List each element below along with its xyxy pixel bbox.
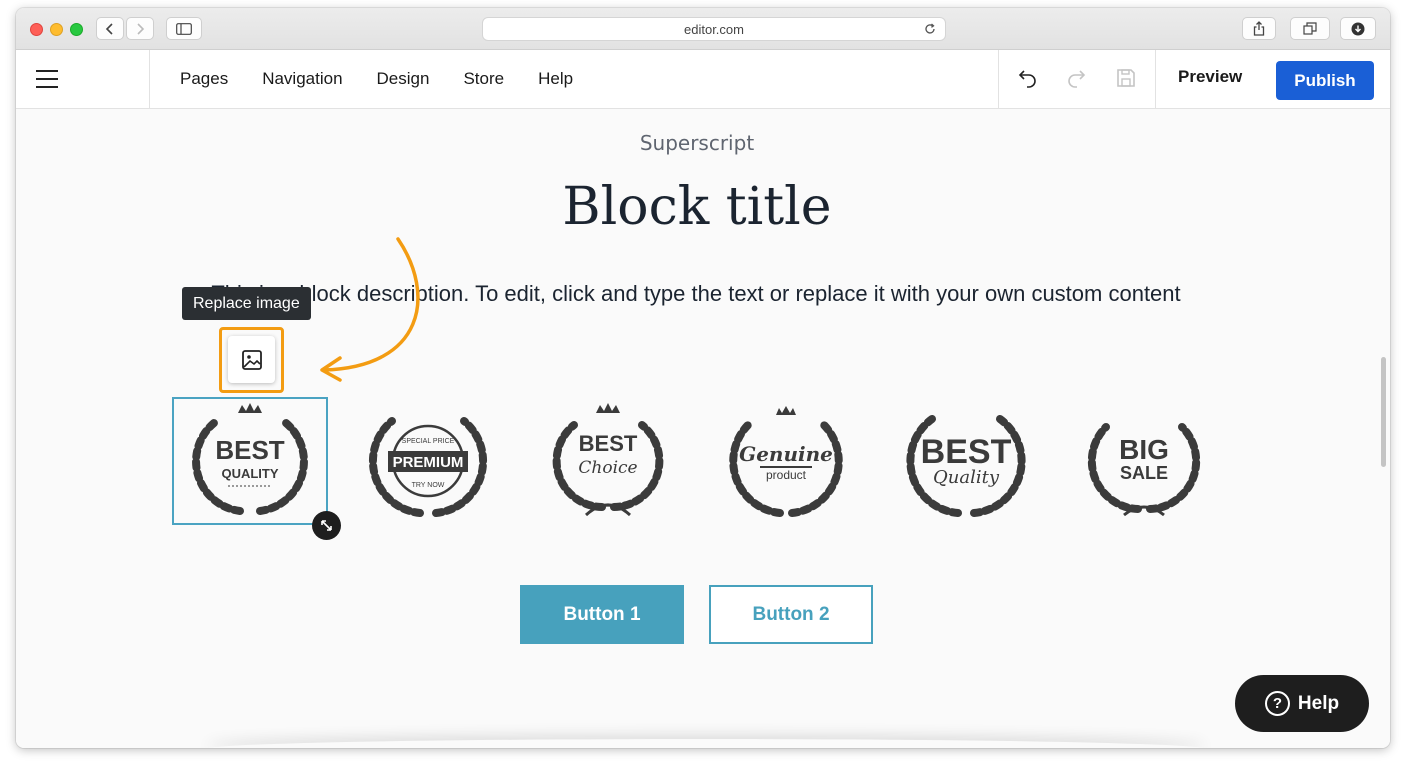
help-button[interactable]: ? Help [1235, 675, 1369, 732]
laurel-badge-icon: BIG SALE [1087, 423, 1201, 517]
hamburger-icon [36, 86, 58, 88]
menu-item-store[interactable]: Store [463, 69, 504, 89]
tabs-icon [1303, 22, 1317, 35]
question-mark-icon: ? [1264, 691, 1290, 716]
scrollbar-thumb[interactable] [1381, 357, 1386, 467]
minimize-window-button[interactable] [50, 23, 63, 36]
menu-item-pages[interactable]: Pages [180, 69, 228, 89]
badge-line2: Quality [933, 467, 1000, 488]
badge-line1: Genuine [739, 442, 833, 466]
preview-button[interactable]: Preview [1178, 67, 1242, 87]
badge-line1: BEST [921, 433, 1012, 471]
share-button[interactable] [1242, 17, 1276, 40]
badge-line2: Choice [578, 458, 637, 478]
badge-image-best-choice[interactable]: BEST Choice [530, 397, 686, 525]
editor-toolbar: Pages Navigation Design Store Help Previ… [16, 50, 1390, 109]
badge-gallery: BEST QUALITY PREMIUM SPECIAL PRICE TRY N [170, 397, 1230, 527]
laurel-badge-icon: BEST Quality [906, 415, 1026, 517]
chevron-right-icon [137, 22, 145, 35]
history-actions [998, 50, 1156, 108]
forward-button[interactable] [126, 17, 154, 40]
replace-image-highlight [219, 327, 284, 393]
zoom-window-button[interactable] [70, 23, 83, 36]
replace-image-tooltip: Replace image [182, 287, 311, 320]
badge-image-premium[interactable]: PREMIUM SPECIAL PRICE TRY NOW [350, 397, 506, 525]
laurel-badge-icon: PREMIUM SPECIAL PRICE TRY NOW [368, 417, 488, 517]
tabs-overview-button[interactable] [1290, 17, 1330, 40]
badge-line2: QUALITY [221, 466, 278, 481]
hamburger-icon [36, 70, 58, 72]
sidebar-icon [176, 22, 192, 35]
url-text: editor.com [684, 21, 744, 37]
menu-item-help[interactable]: Help [538, 69, 573, 89]
share-icon [1253, 21, 1265, 36]
address-bar[interactable]: editor.com [482, 17, 946, 41]
browser-titlebar: editor.com [16, 8, 1390, 50]
badge-line2: SALE [1120, 463, 1168, 483]
reload-icon[interactable] [923, 22, 937, 36]
badge-line1: PREMIUM [393, 454, 464, 471]
badge-image-best-quality-script[interactable]: BEST Quality [888, 397, 1044, 525]
download-icon [1351, 22, 1365, 35]
downloads-button[interactable] [1340, 17, 1376, 40]
badge-image-big-sale[interactable]: BIG SALE [1066, 397, 1222, 525]
image-icon [241, 349, 262, 370]
chevron-left-icon [105, 22, 113, 35]
badge-line2: SPECIAL PRICE [402, 438, 455, 445]
badge-line2: product [766, 468, 807, 482]
badge-image-genuine-product[interactable]: Genuine product [708, 397, 864, 525]
browser-window: editor.com Pages Navigation Design Store… [16, 8, 1390, 748]
menu-item-navigation[interactable]: Navigation [262, 69, 342, 89]
section-divider-shadow [206, 739, 1206, 748]
laurel-badge-icon: BEST Choice [552, 403, 664, 517]
menu-item-design[interactable]: Design [377, 69, 430, 89]
hamburger-menu-button[interactable] [16, 50, 150, 108]
undo-icon[interactable] [1017, 67, 1039, 89]
laurel-badge-icon: BEST QUALITY [192, 403, 308, 515]
replace-image-button[interactable] [228, 336, 275, 383]
button-1[interactable]: Button 1 [520, 585, 684, 644]
button-2[interactable]: Button 2 [709, 585, 873, 644]
save-icon[interactable] [1115, 67, 1137, 89]
badge-line1: BIG [1119, 434, 1169, 465]
annotation-arrow-icon [320, 237, 420, 382]
close-window-button[interactable] [30, 23, 43, 36]
block-superscript[interactable]: Superscript [16, 131, 1378, 155]
laurel-badge-icon: Genuine product [729, 406, 843, 517]
block-title[interactable]: Block title [16, 177, 1378, 237]
badge-line1: BEST [579, 431, 638, 456]
badge-line3: TRY NOW [412, 482, 445, 489]
editor-menu: Pages Navigation Design Store Help [180, 50, 607, 108]
help-label: Help [1297, 692, 1340, 714]
publish-button[interactable]: Publish [1276, 61, 1374, 100]
hamburger-icon [36, 78, 58, 80]
sidebar-toggle-button[interactable] [166, 17, 202, 40]
resize-handle[interactable] [312, 511, 341, 540]
badge-image-best-quality[interactable]: BEST QUALITY [172, 397, 328, 525]
back-button[interactable] [96, 17, 124, 40]
redo-icon[interactable] [1065, 67, 1087, 89]
badge-line1: BEST [215, 435, 284, 465]
editor-canvas: Superscript Block title This is a block … [16, 109, 1390, 748]
resize-diagonal-icon [321, 520, 332, 531]
